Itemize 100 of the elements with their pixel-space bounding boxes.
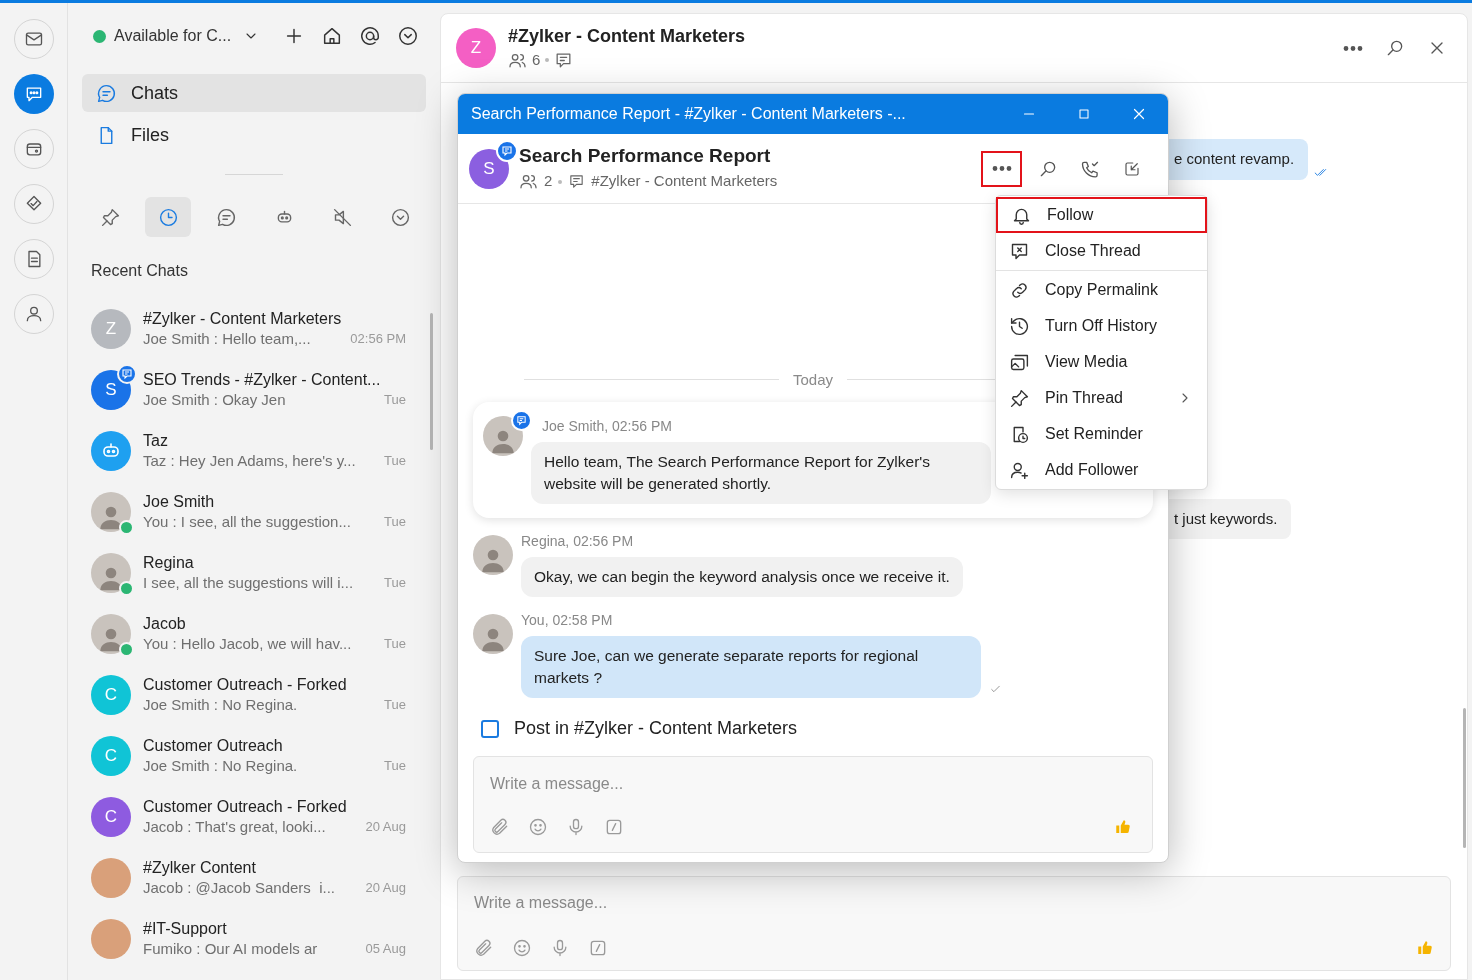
chat-preview: Jacob : @Jacob Sanders i... <box>143 877 335 898</box>
menu-item[interactable]: Follow <box>996 197 1207 233</box>
chat-time: Tue <box>384 574 406 592</box>
chat-preview: Fumiko : Our AI models ar <box>143 938 318 959</box>
composer-placeholder: Write a message... <box>490 774 625 794</box>
chat-preview: Joe Smith : Okay Jen <box>143 389 286 410</box>
chat-preview: Joe Smith : No Regina. <box>143 755 298 776</box>
chevron-circle-icon[interactable] <box>397 25 420 47</box>
date-divider: Today <box>792 369 834 390</box>
chat-time: Tue <box>384 513 406 531</box>
menu-item[interactable]: Pin Thread <box>996 380 1207 416</box>
filter-tab[interactable] <box>145 197 191 237</box>
chat-list-item[interactable]: Regina I see, all the suggestions will i... Tue <box>68 542 440 603</box>
thumbs-up-icon[interactable] <box>1416 939 1434 957</box>
chat-preview: Taz : Hey Jen Adams, here's y... <box>143 450 356 471</box>
chat-list-item[interactable]: Z #Zylker - Content Marketers Joe Smith : Hello team,... 02:56 PM <box>68 298 440 359</box>
chat-time: 20 Aug <box>365 818 406 836</box>
chat-name: Customer Outreach - Forked <box>143 796 348 817</box>
menu-item[interactable]: Add Follower <box>996 452 1207 488</box>
chat-preview: You : Hello Jacob, we will hav... <box>143 633 352 654</box>
parent-channel: #Zylker - Content Marketers <box>591 171 778 192</box>
chat-preview: Joe Smith : Hello team,... <box>143 328 311 349</box>
arrow-in-box-icon <box>1123 159 1141 178</box>
app-rail-button[interactable] <box>13 74 54 114</box>
chat-list-item[interactable]: C Customer Outreach - Forked Joe Smith : No Regina. Tue <box>68 664 440 725</box>
menu-item[interactable]: Copy Permalink <box>996 272 1207 308</box>
attachment-icon[interactable] <box>490 817 510 837</box>
scrollbar[interactable] <box>430 313 433 450</box>
chat-time: Tue <box>384 696 406 714</box>
chat-time: 20 Aug <box>365 879 406 897</box>
chat-name: Joe Smith <box>143 491 216 512</box>
maximize-icon[interactable] <box>1076 106 1092 122</box>
mention-icon[interactable] <box>359 25 382 47</box>
chat-time: 05 Aug <box>365 940 406 958</box>
emoji-icon[interactable] <box>528 817 548 837</box>
avatar: C <box>91 735 131 776</box>
chat-icon <box>215 206 237 228</box>
chat-list-item[interactable]: #Zylker Content Jacob : @Jacob Sanders i... 20 Aug <box>68 847 440 908</box>
message-bubble: Hello team, The Search Performance Report for Zylker's website will be generated shortly. <box>531 442 991 504</box>
thread-title: Search Performance Report <box>519 144 772 169</box>
photo-placeholder <box>91 857 131 898</box>
emoji-icon[interactable] <box>512 938 532 958</box>
thread-badge-icon <box>511 410 532 431</box>
chat-time: Tue <box>384 391 406 409</box>
chat-list-item[interactable]: Joe Smith You : I see, all the suggestion... Tue <box>68 481 440 542</box>
more-button[interactable] <box>981 150 1022 187</box>
section-title: Recent Chats <box>90 261 189 281</box>
nav-item[interactable]: Chats <box>82 74 426 112</box>
chat-preview: I see, all the suggestions will i... <box>143 572 354 593</box>
chat-name: #Zylker - Content Marketers <box>143 308 343 329</box>
member-count: 2 <box>544 171 553 192</box>
avatar-placeholder <box>483 416 523 456</box>
scrollbar[interactable] <box>1463 708 1466 848</box>
menu-item[interactable]: View Media <box>996 344 1207 380</box>
status-dropdown[interactable]: Available for C... <box>114 24 260 48</box>
composer-placeholder: Write a message... <box>474 893 609 913</box>
photo-placeholder <box>91 918 131 959</box>
chevron-circle-icon <box>389 206 411 228</box>
window-title: Search Performance Report - #Zylker - Content Marketers -... <box>471 104 906 124</box>
avatar-placeholder <box>473 535 513 575</box>
avatar-placeholder <box>473 614 513 654</box>
chat-list-item[interactable]: Jacob You : Hello Jacob, we will hav... Tue <box>68 603 440 664</box>
chat-name: Jacob <box>143 613 187 634</box>
chat-list-item[interactable]: S SEO Trends - #Zylker - Content... Joe Smith : Okay Jen Tue <box>68 359 440 420</box>
slash-command-icon[interactable] <box>604 817 624 837</box>
message-bubble: Sure Joe, can we generate separate reports for regional markets ? <box>521 636 981 698</box>
chat-list-item[interactable]: C Customer Outreach Joe Smith : No Regina. Tue <box>68 725 440 786</box>
slash-command-icon[interactable] <box>588 938 608 958</box>
menu-item[interactable]: Turn Off History <box>996 308 1207 344</box>
avatar: S <box>469 148 509 189</box>
chat-time: Tue <box>384 757 406 775</box>
chat-list-item[interactable]: C Customer Outreach - Forked Jacob : That's great, looki... 20 Aug <box>68 786 440 847</box>
chat-name: #Zylker Content <box>143 857 257 878</box>
chat-time: Tue <box>384 635 406 653</box>
thumbs-up-icon[interactable] <box>1114 818 1132 836</box>
chat-name: Customer Outreach <box>143 735 284 756</box>
chat-name: Customer Outreach - Forked <box>143 674 348 695</box>
chat-list-item[interactable]: Taz Taz : Hey Jen Adams, here's y... Tue <box>68 420 440 481</box>
search-icon[interactable] <box>1385 38 1405 58</box>
members-icon <box>519 172 538 191</box>
chat-preview: You : I see, all the suggestion... <box>143 511 351 532</box>
chat-list-item[interactable]: #IT-Support Fumiko : Our AI models ar 05 Aug <box>68 908 440 969</box>
chat-name: SEO Trends - #Zylker - Content... <box>143 369 382 390</box>
avatar: Z <box>456 28 496 68</box>
avatar: C <box>91 674 131 715</box>
member-count: 6 <box>532 49 541 70</box>
menu-item[interactable]: Set Reminder <box>996 416 1207 452</box>
message-author-time: Joe Smith, 02:56 PM <box>542 417 673 436</box>
more-icon[interactable] <box>1343 45 1363 51</box>
history-icon <box>1009 315 1030 337</box>
chat-preview: Jacob : That's great, looki... <box>143 816 326 837</box>
menu-item[interactable]: Close Thread <box>996 233 1207 269</box>
attachment-icon[interactable] <box>474 938 494 958</box>
chat-icon <box>96 82 117 104</box>
chat-time: Tue <box>384 452 406 470</box>
avatar-placeholder <box>91 613 131 654</box>
nav-item[interactable]: Files <box>82 116 426 154</box>
clock-icon <box>157 206 179 228</box>
checkbox[interactable] <box>481 719 499 738</box>
pin-icon <box>1009 387 1030 409</box>
